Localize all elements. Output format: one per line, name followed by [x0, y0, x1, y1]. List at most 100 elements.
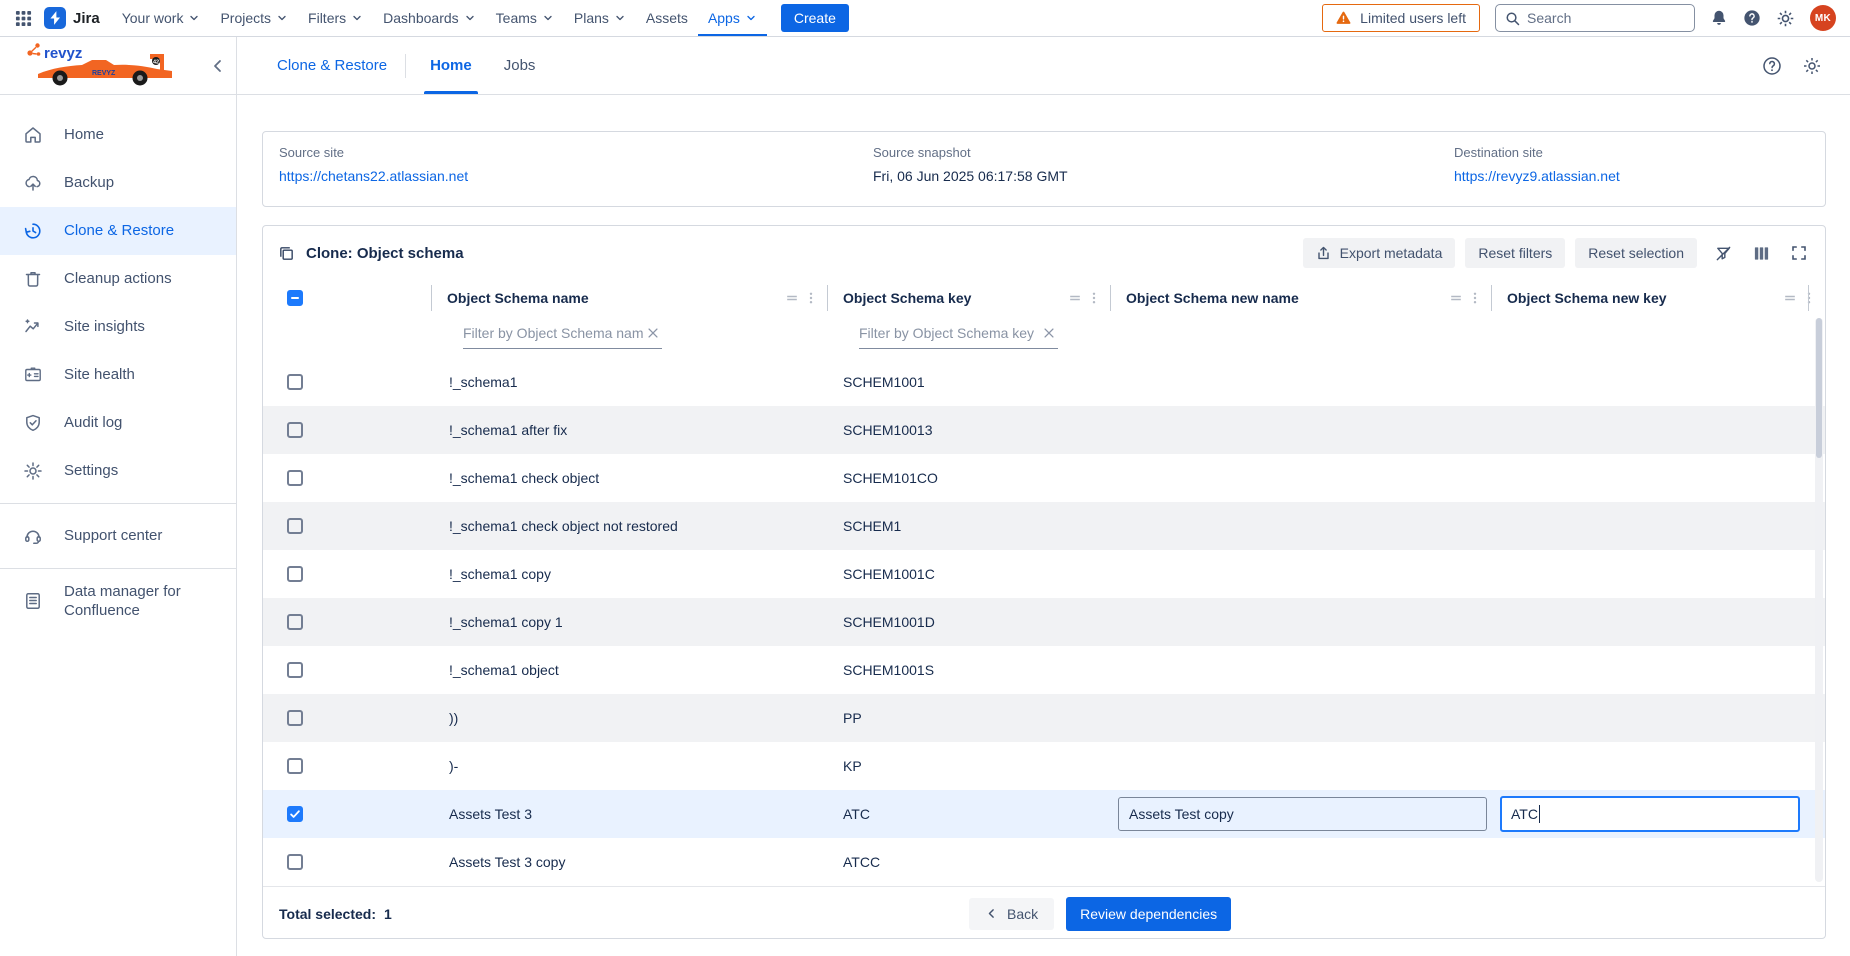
- column-drag-handle[interactable]: [1782, 289, 1798, 307]
- logo-wordmark: revyz: [44, 45, 82, 62]
- select-all-checkbox[interactable]: [287, 290, 303, 306]
- column-header: Object Schema new name: [1110, 280, 1491, 316]
- sidebar-collapse-button[interactable]: [210, 58, 226, 74]
- help-button[interactable]: [1743, 9, 1761, 27]
- divider: [405, 54, 406, 78]
- manage-columns-button[interactable]: [1750, 242, 1773, 265]
- row-checkbox[interactable]: [287, 710, 303, 726]
- header-cell-select: [263, 280, 431, 316]
- top-nav-item-your-work[interactable]: Your work: [112, 0, 211, 36]
- column-menu-button[interactable]: [1467, 289, 1483, 307]
- row-checkbox[interactable]: [287, 566, 303, 582]
- row-checkbox[interactable]: [287, 806, 303, 822]
- settings-button[interactable]: [1776, 9, 1795, 28]
- toggle-filters-button[interactable]: [1712, 242, 1735, 265]
- sidebar-item-support-center[interactable]: Support center: [0, 512, 236, 560]
- sidebar-item-cleanup-actions[interactable]: Cleanup actions: [0, 255, 236, 303]
- top-nav-item-assets[interactable]: Assets: [636, 0, 698, 36]
- column-drag-handle[interactable]: [1067, 289, 1083, 307]
- table-row: )) PP: [263, 694, 1825, 742]
- table-row: !_schema1 copy 1 SCHEM1001D: [263, 598, 1825, 646]
- row-checkbox[interactable]: [287, 374, 303, 390]
- tab-home[interactable]: Home: [424, 37, 478, 94]
- search-input[interactable]: [1527, 10, 1685, 26]
- source-site-block: Source site https://chetans22.atlassian.…: [279, 145, 873, 193]
- filter-off-icon: [1715, 245, 1732, 262]
- sidebar-item-clone-restore[interactable]: Clone & Restore: [0, 207, 236, 255]
- row-checkbox[interactable]: [287, 470, 303, 486]
- top-nav-item-teams[interactable]: Teams: [486, 0, 564, 36]
- user-avatar[interactable]: MK: [1810, 5, 1836, 31]
- search-icon: [1505, 11, 1520, 26]
- jira-home-logo[interactable]: Jira: [38, 7, 112, 29]
- filter-key-input[interactable]: [859, 325, 1040, 341]
- sidebar-item-settings[interactable]: Settings: [0, 447, 236, 495]
- export-metadata-button[interactable]: Export metadata: [1303, 238, 1456, 268]
- reset-selection-button[interactable]: Reset selection: [1575, 238, 1697, 268]
- new-name-input[interactable]: [1118, 797, 1487, 831]
- filter-name-input[interactable]: [463, 325, 644, 341]
- source-site-label: Source site: [279, 145, 873, 160]
- top-nav-item-plans[interactable]: Plans: [564, 0, 636, 36]
- object-schema-name: !_schema1 check object: [449, 470, 599, 486]
- top-nav-item-apps[interactable]: Apps: [698, 0, 767, 36]
- top-nav-item-dashboards[interactable]: Dashboards: [373, 0, 486, 36]
- row-checkbox[interactable]: [287, 614, 303, 630]
- tab-jobs[interactable]: Jobs: [498, 37, 542, 94]
- text-caret: [1539, 805, 1541, 823]
- scrollbar-thumb[interactable]: [1816, 318, 1822, 458]
- row-checkbox[interactable]: [287, 758, 303, 774]
- sidebar-item-audit-log[interactable]: Audit log: [0, 399, 236, 447]
- sidebar-divider: [0, 568, 236, 569]
- app-switcher-button[interactable]: [8, 3, 38, 33]
- notifications-button[interactable]: [1710, 9, 1728, 27]
- help-icon: [1743, 9, 1761, 27]
- destination-site-link[interactable]: https://revyz9.atlassian.net: [1454, 168, 1620, 184]
- app-help-button[interactable]: [1762, 56, 1782, 76]
- sidebar-item-data-manager-for-confluence[interactable]: Data manager for Confluence: [0, 577, 236, 625]
- clear-key-filter-button[interactable]: [1040, 326, 1058, 340]
- table-row: !_schema1 SCHEM1001: [263, 358, 1825, 406]
- create-button[interactable]: Create: [781, 4, 849, 32]
- review-dependencies-button[interactable]: Review dependencies: [1066, 897, 1231, 931]
- column-menu-button[interactable]: [1086, 289, 1102, 307]
- svg-text:42: 42: [153, 60, 159, 66]
- column-menu-button[interactable]: [1801, 289, 1817, 307]
- fullscreen-icon: [1791, 245, 1807, 261]
- content-area: Source site https://chetans22.atlassian.…: [237, 95, 1850, 956]
- object-schema-key: ATC: [843, 806, 870, 822]
- table-row: )- KP: [263, 742, 1825, 790]
- column-drag-handle[interactable]: [784, 289, 800, 307]
- back-button[interactable]: Back: [969, 898, 1054, 930]
- site-insights-icon: [22, 317, 44, 337]
- global-search: [1495, 4, 1695, 32]
- row-checkbox[interactable]: [287, 662, 303, 678]
- top-nav-item-projects[interactable]: Projects: [210, 0, 298, 36]
- new-key-input[interactable]: ATC: [1500, 796, 1800, 832]
- source-site-link[interactable]: https://chetans22.atlassian.net: [279, 168, 468, 184]
- sidebar-item-home[interactable]: Home: [0, 111, 236, 159]
- sidebar-item-site-health[interactable]: Site health: [0, 351, 236, 399]
- row-checkbox[interactable]: [287, 422, 303, 438]
- jira-top-bar: Jira Your workProjectsFiltersDashboardsT…: [0, 0, 1850, 37]
- backup-icon: [22, 173, 44, 193]
- column-drag-handle[interactable]: [1448, 289, 1464, 307]
- clear-name-filter-button[interactable]: [644, 326, 662, 340]
- chevron-down-icon: [276, 12, 288, 24]
- reset-filters-button[interactable]: Reset filters: [1465, 238, 1565, 268]
- source-snapshot-block: Source snapshot Fri, 06 Jun 2025 06:17:5…: [873, 145, 1454, 193]
- table-row: !_schema1 object SCHEM1001S: [263, 646, 1825, 694]
- row-checkbox[interactable]: [287, 854, 303, 870]
- settings-icon: [22, 461, 44, 481]
- chevron-down-icon: [351, 12, 363, 24]
- fullscreen-button[interactable]: [1788, 242, 1810, 264]
- top-nav-item-filters[interactable]: Filters: [298, 0, 373, 36]
- app-settings-button[interactable]: [1802, 56, 1822, 76]
- sidebar-item-backup[interactable]: Backup: [0, 159, 236, 207]
- row-checkbox[interactable]: [287, 518, 303, 534]
- sidebar-item-site-insights[interactable]: Site insights: [0, 303, 236, 351]
- source-snapshot-value: Fri, 06 Jun 2025 06:17:58 GMT: [873, 168, 1454, 184]
- object-schema-key: SCHEM1001: [843, 374, 925, 390]
- limited-users-button[interactable]: Limited users left: [1322, 4, 1480, 32]
- column-menu-button[interactable]: [803, 289, 819, 307]
